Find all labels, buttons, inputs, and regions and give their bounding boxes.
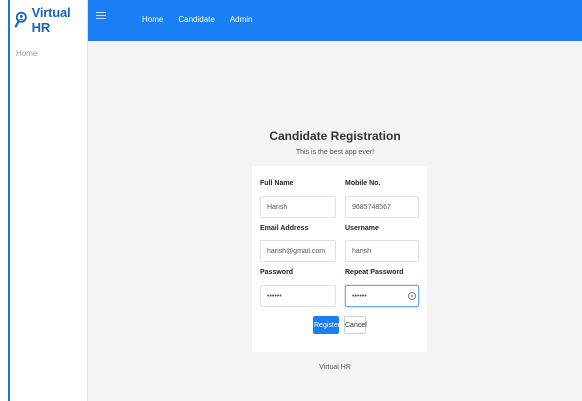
sidebar-item-home[interactable]: Home	[16, 49, 37, 58]
main-content: Candidate Registration This is the best …	[88, 41, 582, 401]
top-nav: Home Candidate Admin	[142, 15, 253, 24]
password-label: Password	[260, 269, 294, 276]
sidebar: Virtual HR Home	[0, 0, 88, 401]
email-input[interactable]	[260, 240, 336, 262]
register-button[interactable]: Register	[313, 316, 340, 334]
cancel-button[interactable]: Cancel	[344, 316, 367, 334]
sidebar-accent-rule	[8, 0, 10, 401]
page-subtitle: This is the best app ever!	[295, 149, 375, 156]
full-name-input[interactable]	[260, 196, 336, 218]
username-label: Username	[345, 225, 379, 232]
footer-text: Virtual HR	[319, 364, 351, 371]
registration-form-card: Full Name Mobile No. Email Address Usern…	[252, 166, 427, 352]
nav-candidate-link[interactable]: Candidate	[178, 15, 214, 24]
top-navbar: Home Candidate Admin	[88, 0, 582, 41]
brand[interactable]: Virtual HR	[14, 5, 87, 35]
nav-home-link[interactable]: Home	[142, 15, 163, 24]
password-input[interactable]	[260, 285, 336, 307]
full-name-label: Full Name	[260, 180, 294, 187]
nav-admin-link[interactable]: Admin	[230, 15, 253, 24]
mobile-label: Mobile No.	[345, 180, 381, 187]
hamburger-icon[interactable]	[96, 12, 106, 21]
email-label: Email Address	[260, 225, 309, 232]
username-input[interactable]	[345, 240, 419, 262]
page-title: Candidate Registration	[269, 129, 401, 143]
mobile-input[interactable]	[345, 196, 419, 218]
person-magnifier-icon	[14, 11, 27, 28]
repeat-password-label: Repeat Password	[345, 269, 404, 276]
eye-icon[interactable]	[408, 292, 416, 300]
brand-name: Virtual HR	[31, 5, 71, 35]
